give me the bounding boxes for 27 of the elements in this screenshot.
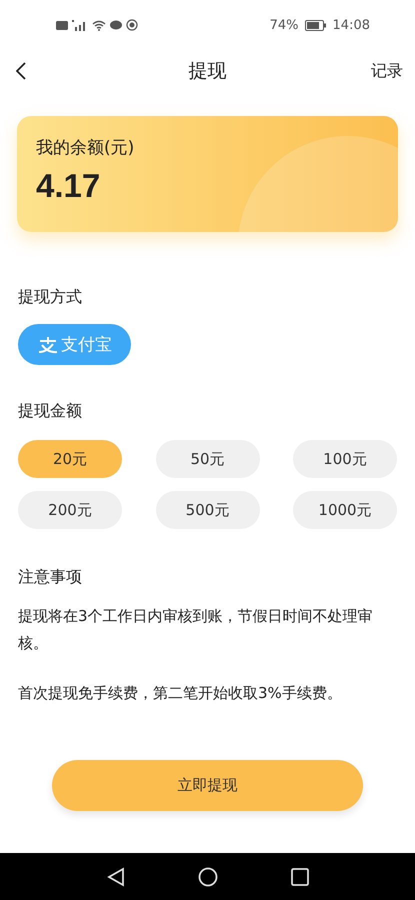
clock-time: 14:08 [332,18,370,32]
amount-option[interactable]: 20元 [18,440,122,478]
signal-icon [72,20,88,30]
note-paragraph: 首次提现免手续费，第二笔开始收取3%手续费。 [18,683,343,704]
amount-option[interactable]: 500元 [156,491,260,529]
balance-amount: 4.17 [36,167,102,205]
page-title: 提现 [188,59,226,84]
amount-option[interactable]: 200元 [18,491,122,529]
section-title: 提现金额 [18,401,83,422]
home-nav-icon[interactable] [198,866,218,886]
back-nav-icon[interactable] [106,866,124,886]
back-icon[interactable] [16,62,26,80]
recents-nav-icon[interactable] [290,868,308,886]
withdraw-button[interactable]: 立即提现 [52,760,363,811]
amount-option[interactable]: 1000元 [293,491,397,529]
wifi-icon [92,20,106,30]
note-paragraph: 提现将在3个工作日内审核到账，节假日时间不处理审核。 [18,606,374,654]
alipay-icon [37,336,59,354]
records-link[interactable]: 记录 [371,60,403,82]
amount-option[interactable]: 50元 [156,440,260,478]
section-title: 提现方式 [18,287,83,308]
battery-icon [304,20,327,30]
chat-icon [110,20,122,30]
battery-percent: 74% [270,18,299,32]
balance-label: 我的余额(元) [36,137,136,159]
section-title: 注意事项 [18,567,83,588]
amount-option[interactable]: 100元 [293,440,397,478]
